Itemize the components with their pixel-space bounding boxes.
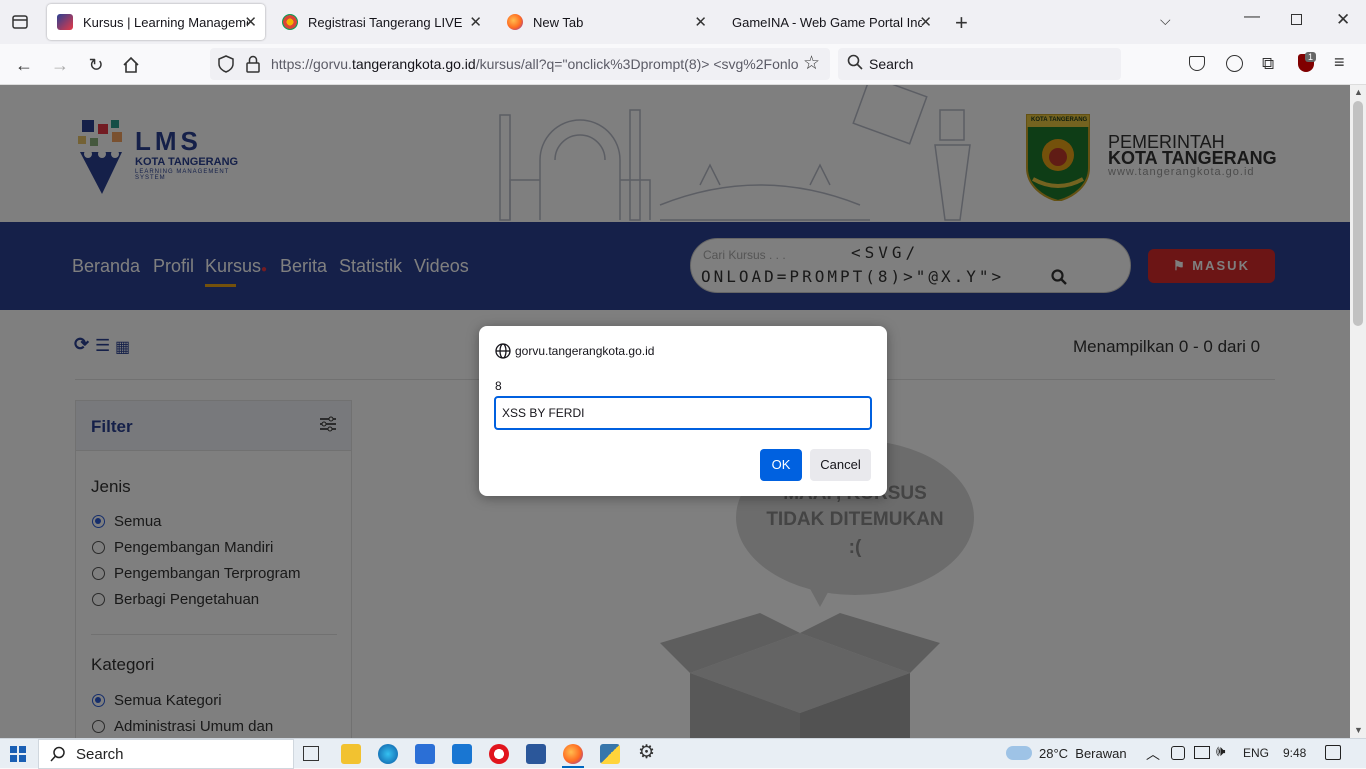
tab-title: Kursus | Learning Management [83, 14, 248, 30]
cancel-button[interactable]: Cancel [810, 449, 871, 481]
lock-icon[interactable] [246, 55, 260, 76]
tab-registrasi[interactable]: Registrasi Tangerang LIVE ✕ [272, 4, 490, 40]
new-tab-plus-icon[interactable]: + [955, 10, 968, 36]
pocket-icon[interactable] [1189, 56, 1205, 71]
taskbar-search-label: Search [76, 746, 124, 763]
dialog-origin: gorvu.tangerangkota.go.id [515, 344, 655, 358]
close-tab-icon[interactable]: ✕ [694, 13, 707, 31]
task-view-icon[interactable] [303, 746, 319, 761]
reload-icon[interactable]: ↻ [83, 52, 109, 78]
weather-cloud-icon[interactable] [1006, 746, 1032, 760]
store-icon[interactable] [415, 744, 435, 764]
file-explorer-icon[interactable] [341, 744, 361, 764]
restore-window-icon[interactable] [1291, 14, 1302, 25]
bookmark-star-icon[interactable]: ☆ [803, 52, 820, 75]
firefox-favicon-icon [507, 14, 523, 30]
home-icon[interactable] [118, 52, 144, 78]
word-icon[interactable] [526, 744, 546, 764]
shield-icon[interactable] [218, 55, 234, 76]
volume-icon[interactable]: 🕪 [1216, 743, 1225, 760]
windows-taskbar: Search ⚙ 28°C Berawan ︿ 🕪 ENG 9:48 [0, 738, 1366, 769]
close-tab-icon[interactable]: ✕ [919, 13, 932, 31]
network-icon[interactable] [1194, 746, 1210, 759]
meet-now-icon[interactable] [1171, 746, 1185, 760]
dialog-message: 8 [495, 379, 502, 393]
browser-search-placeholder: Search [869, 56, 914, 72]
settings-gear-icon[interactable]: ⚙ [638, 741, 655, 764]
scroll-up-arrow-icon[interactable]: ▲ [1354, 87, 1363, 97]
opera-icon[interactable] [489, 744, 509, 764]
globe-icon [495, 343, 511, 364]
ok-button[interactable]: OK [760, 449, 802, 481]
browser-tab-strip: Kursus | Learning Management ✕ Registras… [0, 0, 1366, 44]
firefox-icon[interactable] [563, 744, 583, 764]
browser-search-box[interactable]: Search [838, 48, 1121, 80]
scroll-thumb[interactable] [1353, 101, 1363, 326]
extensions-puzzle-icon[interactable]: ⧉ [1262, 54, 1274, 74]
edge-browser-icon[interactable] [378, 744, 398, 764]
tab-title: Registrasi Tangerang LIVE [308, 14, 463, 30]
weather-text[interactable]: 28°C Berawan [1039, 746, 1127, 761]
url-text[interactable]: https://gorvu.tangerangkota.go.id/kursus… [271, 56, 801, 72]
tab-list-icon[interactable] [10, 12, 30, 32]
tab-new-tab[interactable]: New Tab ✕ [497, 4, 715, 40]
search-icon [847, 54, 863, 73]
back-arrow-icon[interactable]: ← [11, 52, 37, 78]
lms-favicon-icon [57, 14, 73, 30]
registrasi-favicon-icon [282, 14, 298, 30]
page-scrollbar[interactable]: ▲ ▼ [1350, 85, 1366, 738]
menu-hamburger-icon[interactable]: ≡ [1334, 52, 1345, 73]
browser-nav-bar: ← → ↻ https://gorvu.tangerangkota.go.id/… [0, 44, 1366, 85]
tab-title: New Tab [533, 14, 584, 30]
taskbar-search-box[interactable]: Search [38, 739, 294, 769]
tab-title: GameINA - Web Game Portal Indon [732, 14, 922, 30]
tab-gameina[interactable]: GameINA - Web Game Portal Indon ✕ [722, 4, 940, 40]
clock-time[interactable]: 9:48 [1283, 746, 1306, 760]
tab-kursus[interactable]: Kursus | Learning Management ✕ [47, 4, 265, 40]
notifications-icon[interactable] [1325, 745, 1341, 760]
extension-badge: 1 [1305, 52, 1317, 62]
account-icon[interactable] [1226, 55, 1243, 72]
python-icon[interactable] [600, 744, 620, 764]
prompt-dialog: gorvu.tangerangkota.go.id 8 OK Cancel [479, 326, 887, 496]
forward-arrow-icon[interactable]: → [47, 52, 73, 78]
scroll-down-arrow-icon[interactable]: ▼ [1354, 725, 1363, 735]
minimize-window-icon[interactable]: — [1244, 8, 1260, 26]
address-bar[interactable]: https://gorvu.tangerangkota.go.id/kursus… [210, 48, 830, 80]
prompt-input[interactable] [494, 396, 872, 430]
search-icon [50, 746, 66, 767]
tray-chevron-up-icon[interactable]: ︿ [1146, 744, 1160, 764]
close-window-icon[interactable]: ✕ [1336, 10, 1350, 30]
close-tab-icon[interactable]: ✕ [244, 13, 257, 31]
language-indicator[interactable]: ENG [1243, 746, 1269, 760]
mail-icon[interactable] [452, 744, 472, 764]
windows-start-icon[interactable] [10, 746, 26, 762]
close-tab-icon[interactable]: ✕ [469, 13, 482, 31]
chevron-down-icon[interactable]: ⌵ [1160, 12, 1171, 29]
